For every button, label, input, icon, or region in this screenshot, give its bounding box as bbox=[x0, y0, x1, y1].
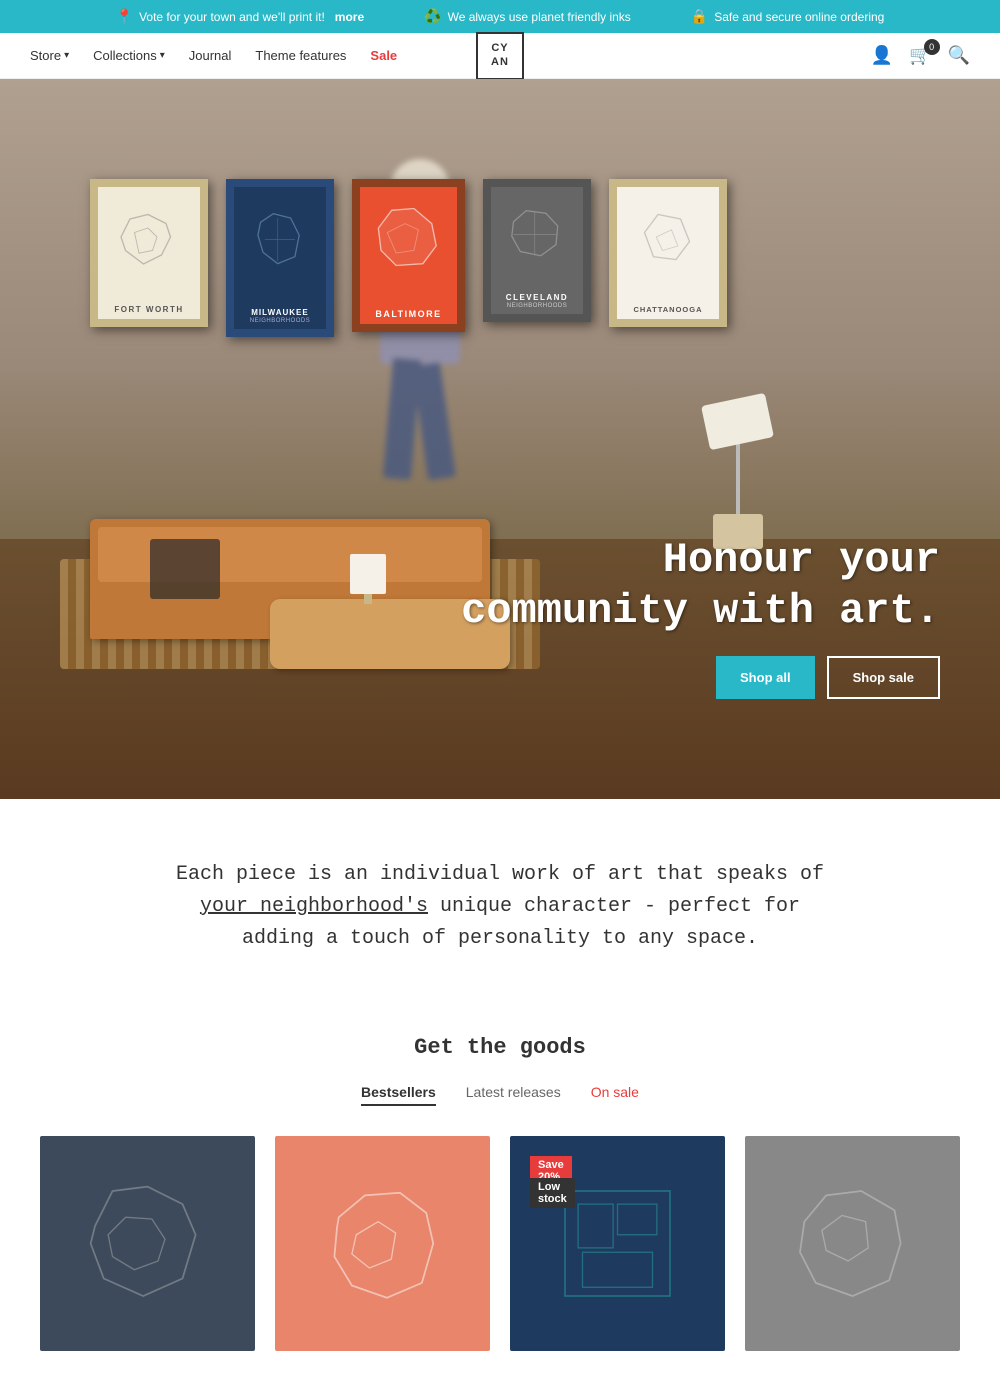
lamp-area bbox=[705, 399, 770, 549]
tagline-text: Each piece is an individual work of art … bbox=[160, 859, 840, 955]
nav-item-collections[interactable]: Collections bbox=[93, 48, 165, 63]
poster-milwaukee: MILWAUKEE NEIGHBORHOODS bbox=[226, 179, 334, 337]
announcement-text-vote: Vote for your town and we'll print it! bbox=[139, 10, 325, 24]
hero-section: FORT WORTH MILWAUKEE NEIGHBORHOODS BALTI… bbox=[0, 79, 1000, 799]
product-card-3[interactable]: Save 20% Low stock bbox=[510, 1136, 725, 1351]
tab-on-sale[interactable]: On sale bbox=[591, 1084, 639, 1106]
product-image-1 bbox=[40, 1136, 255, 1351]
nav-left: Store Collections Journal Theme features… bbox=[30, 48, 397, 63]
tagline-section: Each piece is an individual work of art … bbox=[0, 799, 1000, 1015]
hero-text-overlay: Honour yourcommunity with art. Shop all … bbox=[461, 535, 940, 699]
plant bbox=[350, 554, 386, 604]
cart-icon[interactable]: 🛒 0 bbox=[909, 45, 931, 66]
product-image-4 bbox=[745, 1136, 960, 1351]
announcement-link-more[interactable]: more bbox=[335, 10, 364, 24]
poster-baltimore: BALTIMORE bbox=[352, 179, 465, 332]
nav-right: 👤 🛒 0 🔍 bbox=[871, 45, 970, 66]
lock-icon: 🔒 bbox=[691, 8, 708, 25]
tab-latest-releases[interactable]: Latest releases bbox=[466, 1084, 561, 1106]
tagline-before: Each piece is an individual work of art … bbox=[176, 863, 824, 886]
cart-count: 0 bbox=[924, 39, 940, 55]
main-nav: Store Collections Journal Theme features… bbox=[0, 33, 1000, 79]
search-icon[interactable]: 🔍 bbox=[948, 45, 970, 66]
product-card-4[interactable] bbox=[745, 1136, 960, 1351]
nav-item-theme-features[interactable]: Theme features bbox=[255, 48, 346, 63]
location-icon: 📍 bbox=[116, 8, 133, 25]
announcement-item-vote: 📍 Vote for your town and we'll print it!… bbox=[116, 8, 365, 25]
announcement-item-secure: 🔒 Safe and secure online ordering bbox=[691, 8, 885, 25]
announcement-bar: 📍 Vote for your town and we'll print it!… bbox=[0, 0, 1000, 33]
poster-chattanooga: CHATTANOOGA bbox=[609, 179, 727, 327]
shop-sale-button[interactable]: Shop sale bbox=[827, 656, 940, 699]
announcement-text-secure: Safe and secure online ordering bbox=[714, 10, 884, 24]
tagline-link[interactable]: your neighborhood's bbox=[200, 895, 428, 918]
badge-low-stock: Low stock bbox=[530, 1178, 575, 1208]
account-icon[interactable]: 👤 bbox=[871, 45, 893, 66]
products-section: Get the goods Bestsellers Latest release… bbox=[0, 1015, 1000, 1391]
announcement-item-eco: ♻️ We always use planet friendly inks bbox=[424, 8, 631, 25]
announcement-text-eco: We always use planet friendly inks bbox=[448, 10, 631, 24]
shop-all-button[interactable]: Shop all bbox=[716, 656, 815, 699]
tab-bestsellers[interactable]: Bestsellers bbox=[361, 1084, 436, 1106]
poster-cleveland: CLEVELAND NEIGHBORHOODS bbox=[483, 179, 591, 322]
nav-item-sale[interactable]: Sale bbox=[370, 48, 397, 63]
hero-headline: Honour yourcommunity with art. bbox=[461, 535, 940, 636]
site-logo[interactable]: CY AN bbox=[476, 32, 524, 80]
poster-fort-worth: FORT WORTH bbox=[90, 179, 208, 327]
product-card-2[interactable] bbox=[275, 1136, 490, 1351]
nav-item-journal[interactable]: Journal bbox=[189, 48, 232, 63]
product-card-1[interactable] bbox=[40, 1136, 255, 1351]
products-section-title: Get the goods bbox=[40, 1035, 960, 1060]
products-grid: Save 20% Low stock bbox=[40, 1136, 960, 1351]
hero-buttons: Shop all Shop sale bbox=[461, 656, 940, 699]
product-image-3: Save 20% Low stock bbox=[510, 1136, 725, 1351]
posters-row: FORT WORTH MILWAUKEE NEIGHBORHOODS BALTI… bbox=[90, 179, 727, 337]
products-tabs: Bestsellers Latest releases On sale bbox=[40, 1084, 960, 1106]
product-image-2 bbox=[275, 1136, 490, 1351]
eco-icon: ♻️ bbox=[424, 8, 441, 25]
nav-item-store[interactable]: Store bbox=[30, 48, 69, 63]
